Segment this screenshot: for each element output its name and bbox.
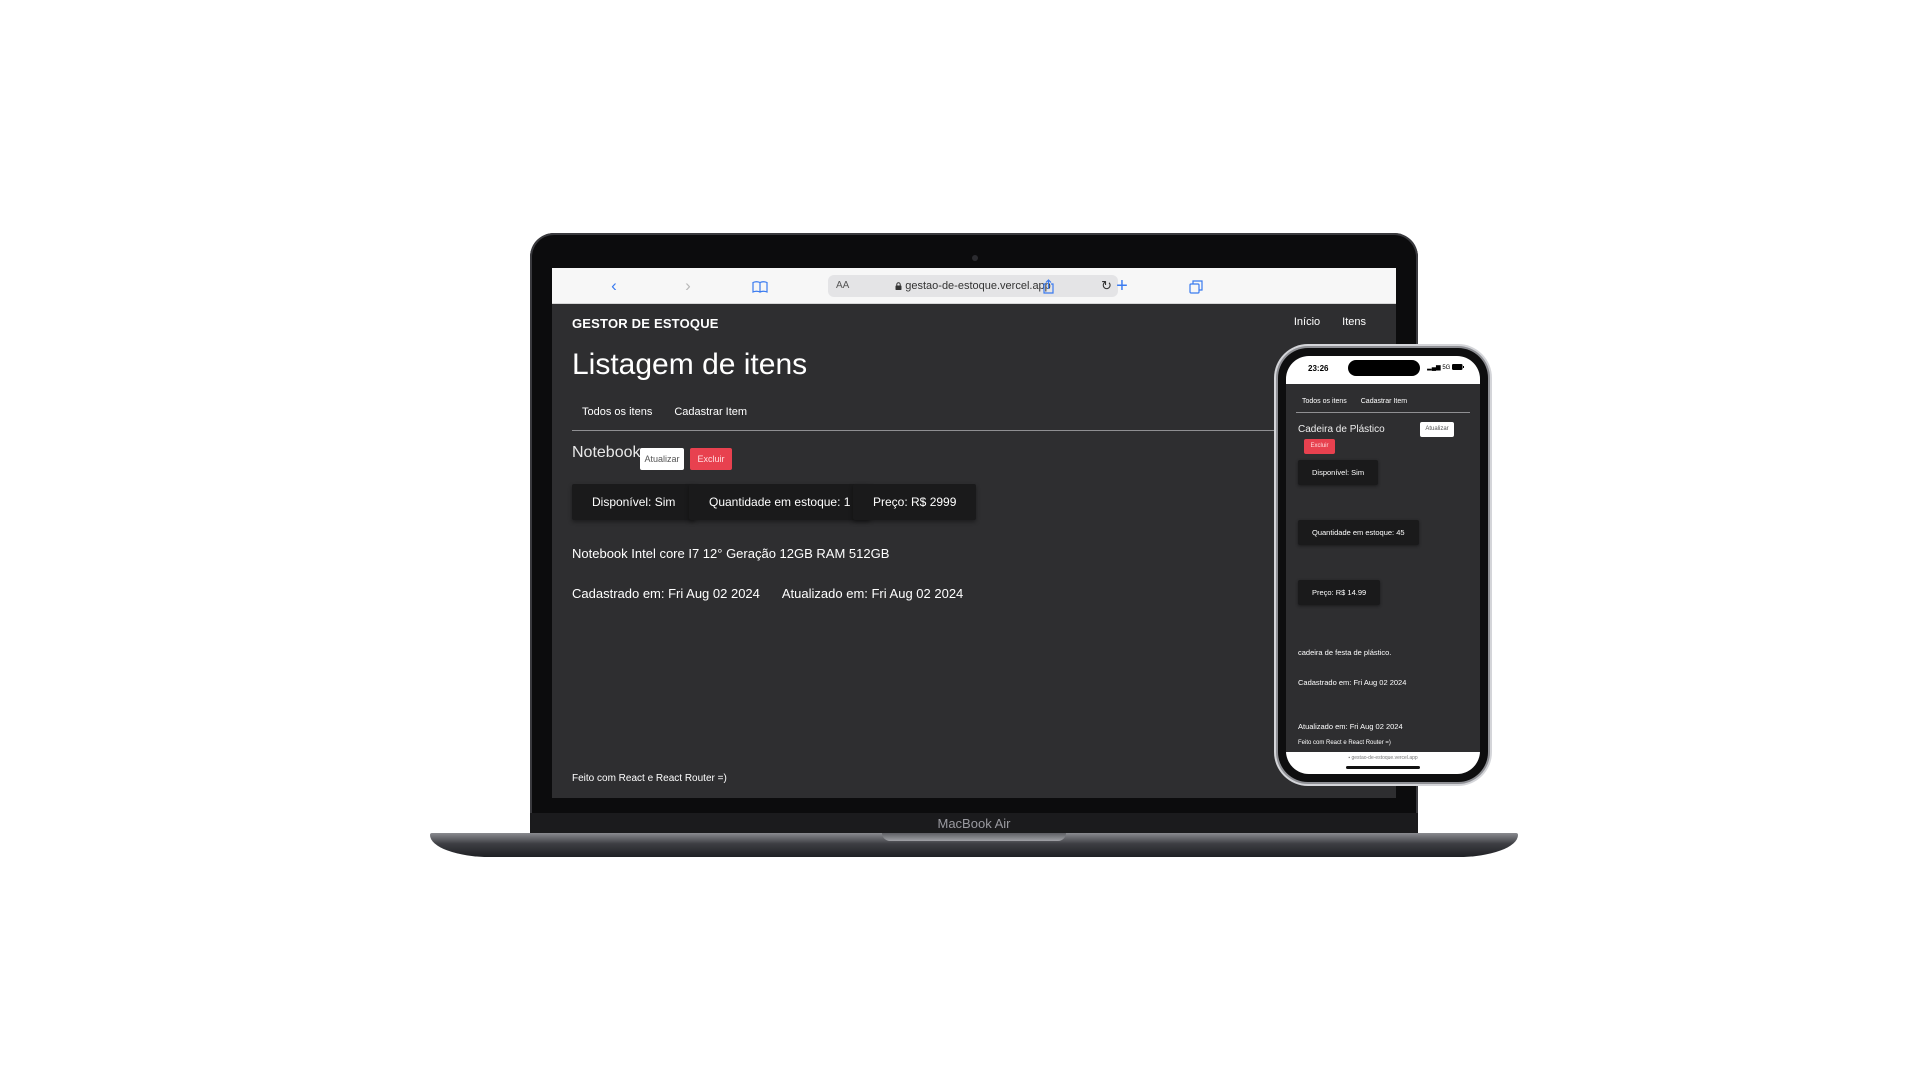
share-icon[interactable] [1034,268,1062,304]
laptop-screen: ‹ › AA gestao-de-estoque.vercel.app ↻ + [552,268,1396,798]
mobile-item-description: cadeira de festa de plástico. [1298,648,1392,657]
lock-icon [895,280,905,292]
network-type: 5G [1442,365,1451,371]
mobile-update-button[interactable]: Atualizar [1420,422,1454,437]
mobile-created-date: Cadastrado em: Fri Aug 02 2024 [1298,678,1407,687]
camera-icon [972,255,978,261]
page-footer: Feito com React e React Router =) [572,773,727,784]
status-indicators: ▂▄▆ 5G [1427,364,1464,371]
signal-icon: ▂▄▆ [1427,365,1441,371]
dynamic-island [1348,360,1420,376]
tabs-icon[interactable] [1182,268,1210,304]
mobile-tab-cadastrar-item[interactable]: Cadastrar Item [1361,398,1407,405]
mobile-item-tabs: Todos os itens Cadastrar Item [1302,398,1407,405]
url-text: gestao-de-estoque.vercel.app [828,275,1118,297]
macbook-opening-notch [882,833,1066,841]
browser-toolbar: ‹ › AA gestao-de-estoque.vercel.app ↻ + [552,268,1396,304]
item-dates: Cadastrado em: Fri Aug 02 2024 Atualizad… [572,586,963,601]
tabs-divider [572,430,1396,431]
price-badge: Preço: R$ 2999 [853,484,977,520]
mobile-address-bar[interactable]: ▪ gestao-de-estoque.vercel.app [1286,752,1480,774]
phone-status-bar: 23:26 ▂▄▆ 5G [1286,356,1480,384]
book-icon[interactable] [746,268,774,304]
item-description: Notebook Intel core I7 12° Geração 12GB … [572,546,890,561]
macbook-label: MacBook Air [937,816,1011,831]
mobile-tab-todos-os-itens[interactable]: Todos os itens [1302,398,1347,405]
delete-button[interactable]: Excluir [690,448,732,470]
app-brand[interactable]: GESTOR DE ESTOQUE [572,316,719,331]
quantity-badge: Quantidade em estoque: 1 [689,484,871,520]
created-date: Cadastrado em: Fri Aug 02 2024 [572,586,760,601]
item-tabs: Todos os itens Cadastrar Item [582,406,747,418]
address-bar[interactable]: AA gestao-de-estoque.vercel.app ↻ [828,275,1118,297]
mobile-item-name: Cadeira de Plástico [1298,424,1385,435]
mobile-updated-date: Atualizado em: Fri Aug 02 2024 [1298,722,1403,731]
mobile-delete-button[interactable]: Excluir [1304,439,1335,454]
plus-icon[interactable]: + [1108,268,1136,304]
mobile-url-text: ▪ gestao-de-estoque.vercel.app [1286,755,1480,761]
url-value: gestao-de-estoque.vercel.app [905,280,1051,292]
mobile-page-footer: Feito com React e React Router =) [1298,740,1391,746]
update-button[interactable]: Atualizar [640,448,684,470]
mobile-tabs-divider [1296,412,1470,413]
mobile-quantity-badge: Quantidade em estoque: 45 [1298,520,1419,545]
mobile-url-value: gestao-de-estoque.vercel.app [1351,755,1418,761]
item-name: Notebook [572,444,641,461]
updated-date: Atualizado em: Fri Aug 02 2024 [781,586,964,601]
page-title: Listagem de itens [572,348,808,381]
battery-icon [1452,364,1464,371]
nav-link-inicio[interactable]: Início [1294,316,1320,328]
tab-cadastrar-item[interactable]: Cadastrar Item [674,406,747,418]
mobile-lock-icon: ▪ [1348,755,1351,761]
mockup-stage: ‹ › AA gestao-de-estoque.vercel.app ↻ + [0,0,1920,1080]
chevron-left-icon[interactable]: ‹ [600,268,628,304]
mobile-available-badge: Disponível: Sim [1298,460,1379,485]
home-indicator[interactable] [1346,766,1420,769]
available-badge: Disponível: Sim [572,484,696,520]
phone-frame: 23:26 ▂▄▆ 5G Todos os itens Cadastrar It… [1278,348,1488,782]
mobile-price-badge: Preço: R$ 14.99 [1298,580,1381,605]
top-nav: Início Itens [1294,316,1366,328]
chevron-right-icon[interactable]: › [674,268,702,304]
tab-todos-os-itens[interactable]: Todos os itens [582,406,652,418]
phone-screen: 23:26 ▂▄▆ 5G Todos os itens Cadastrar It… [1286,356,1480,774]
status-time: 23:26 [1308,364,1329,373]
nav-link-itens[interactable]: Itens [1342,316,1366,328]
